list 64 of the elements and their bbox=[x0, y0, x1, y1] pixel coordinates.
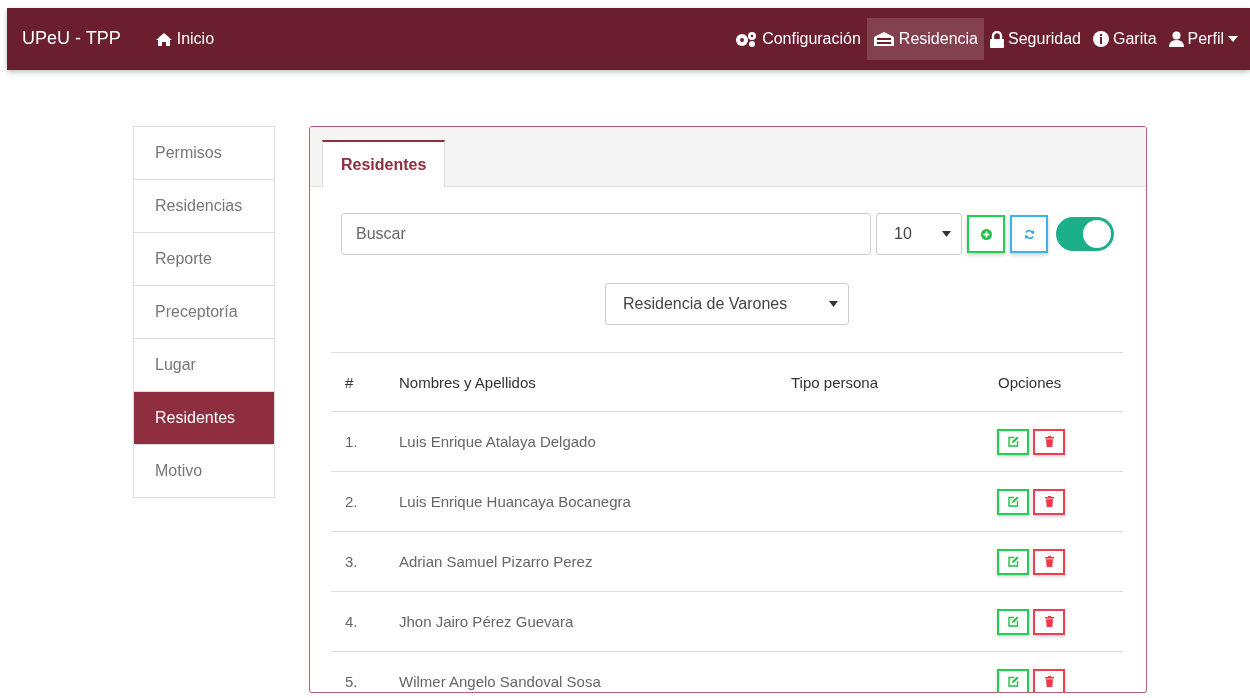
nav-link[interactable]: Perfil bbox=[1162, 18, 1244, 60]
table-cell: Wilmer Angelo Sandoval Sosa bbox=[398, 651, 790, 692]
caret-icon bbox=[829, 301, 838, 307]
home-icon bbox=[154, 31, 173, 47]
column-header: Tipo persona bbox=[790, 352, 962, 412]
plus-circle-icon bbox=[980, 228, 992, 240]
refresh-icon bbox=[1023, 228, 1035, 240]
tab[interactable]: Residentes bbox=[322, 140, 446, 187]
edit-icon bbox=[1007, 496, 1019, 507]
brand-title[interactable]: UPeU - TPP bbox=[22, 27, 121, 49]
refresh-button[interactable] bbox=[1010, 215, 1048, 253]
delete-button[interactable] bbox=[1033, 488, 1065, 515]
edit-icon bbox=[1007, 556, 1019, 567]
trash-icon bbox=[1044, 436, 1054, 447]
edit-icon bbox=[1007, 436, 1019, 447]
trash-icon bbox=[1044, 496, 1054, 507]
nav-link[interactable]: Seguridad bbox=[984, 18, 1087, 60]
building-icon bbox=[872, 31, 895, 47]
edit-icon bbox=[1007, 616, 1019, 627]
edit-button[interactable] bbox=[997, 668, 1029, 692]
nav-link[interactable]: Configuración bbox=[728, 18, 867, 60]
add-button[interactable] bbox=[967, 215, 1005, 253]
delete-button[interactable] bbox=[1033, 608, 1065, 635]
nav-link[interactable]: Garita bbox=[1086, 18, 1163, 60]
nav-link[interactable]: Residencia bbox=[866, 18, 984, 60]
edit-button[interactable] bbox=[997, 428, 1029, 455]
caret-icon bbox=[942, 231, 951, 237]
gears-icon bbox=[734, 31, 759, 47]
edit-button[interactable] bbox=[997, 548, 1029, 575]
delete-button[interactable] bbox=[1033, 548, 1065, 575]
edit-button[interactable] bbox=[997, 608, 1029, 635]
table-cell: Luis Enrique Huancaya Bocanegra bbox=[398, 471, 790, 532]
sidebar-item[interactable]: Residentes bbox=[134, 391, 274, 444]
residence-select[interactable]: Residencia de Varones bbox=[605, 283, 849, 325]
trash-icon bbox=[1044, 676, 1054, 687]
table-cell: 2. bbox=[331, 471, 398, 532]
user-icon bbox=[1168, 31, 1184, 47]
table-cell: 1. bbox=[331, 411, 398, 472]
delete-button[interactable] bbox=[1033, 668, 1065, 692]
info-circle-icon bbox=[1092, 31, 1109, 47]
page-size-select[interactable]: 10 bbox=[876, 213, 962, 255]
table-cell: Adrian Samuel Pizarro Perez bbox=[398, 531, 790, 592]
table-cell: 4. bbox=[331, 591, 398, 652]
table-cell: 5. bbox=[331, 651, 398, 692]
lock-icon bbox=[990, 30, 1004, 48]
table-cell: Luis Enrique Atalaya Delgado bbox=[398, 411, 790, 472]
sidebar-item[interactable]: Motivo bbox=[134, 444, 274, 497]
delete-button[interactable] bbox=[1033, 428, 1065, 455]
column-header: Opciones bbox=[962, 352, 1123, 412]
search-field[interactable]: Buscar bbox=[341, 213, 871, 255]
sidebar-item[interactable]: Reporte bbox=[134, 232, 274, 285]
toggle-switch[interactable] bbox=[1056, 217, 1114, 251]
edit-button[interactable] bbox=[997, 488, 1029, 515]
sidebar-item[interactable]: Residencias bbox=[134, 179, 274, 232]
column-header: Nombres y Apellidos bbox=[398, 352, 790, 412]
trash-icon bbox=[1044, 556, 1054, 567]
table-cell: 3. bbox=[331, 531, 398, 592]
trash-icon bbox=[1044, 616, 1054, 627]
sidebar-item[interactable]: Permisos bbox=[134, 127, 274, 179]
column-header: # bbox=[331, 352, 398, 412]
sidebar-item[interactable]: Preceptoría bbox=[134, 285, 274, 338]
edit-icon bbox=[1007, 676, 1019, 687]
home-link[interactable]: Inicio bbox=[148, 18, 221, 60]
table-cell: Jhon Jairo Pérez Guevara bbox=[398, 591, 790, 652]
